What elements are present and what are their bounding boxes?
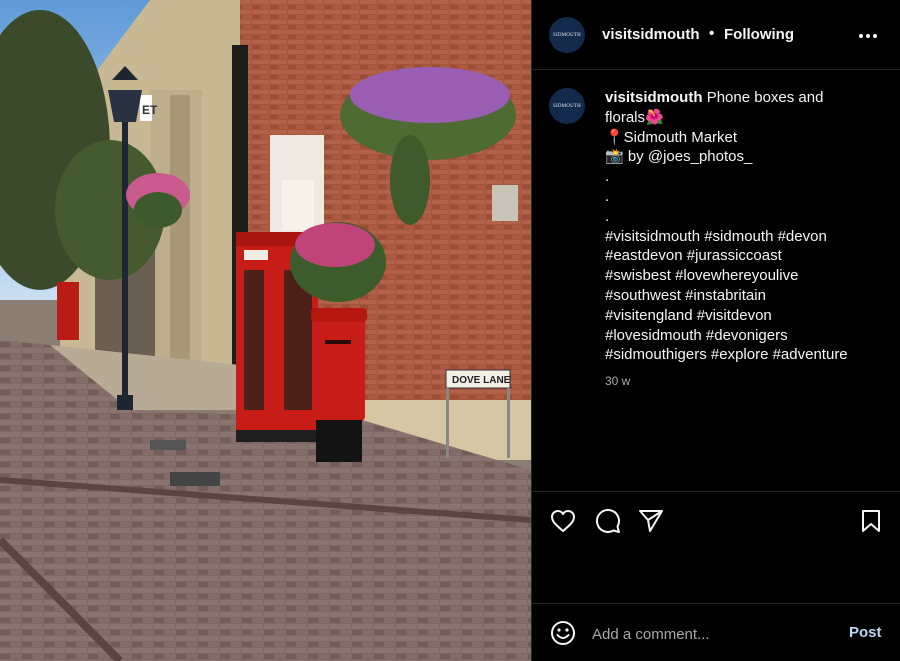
caption-username[interactable]: visitsidmouth — [605, 89, 703, 106]
emoji-icon[interactable] — [550, 620, 576, 646]
save-button[interactable] — [857, 507, 885, 535]
comment-button[interactable] — [594, 507, 622, 535]
share-icon — [639, 510, 663, 532]
hashtag-line[interactable]: #eastdevon #jurassiccoast — [605, 246, 875, 266]
comment-icon — [596, 509, 620, 533]
caption-line: . — [605, 168, 610, 186]
caption-section: SIDMOUTH visitsidmouth Phone boxes and f… — [532, 70, 900, 491]
comment-input[interactable] — [592, 623, 822, 645]
hashtag-line[interactable]: #southwest #instabritain — [605, 286, 875, 306]
share-button[interactable] — [637, 507, 665, 535]
caption-line: Phone boxes and — [706, 89, 824, 106]
building-sign: ET — [142, 103, 158, 117]
more-icon — [859, 34, 877, 38]
hashtag-line[interactable]: #visitengland #visitdevon — [605, 306, 875, 326]
more-options-button[interactable] — [856, 24, 880, 48]
red-post-box — [313, 312, 365, 422]
lamp-post — [122, 110, 128, 410]
header-separator: • — [709, 25, 715, 42]
post-photo[interactable]: ET DOVE LANE — [0, 0, 531, 661]
hashtag-line[interactable]: #lovesidmouth #devonigers — [605, 326, 875, 346]
distant-phone-box — [57, 282, 79, 340]
hashtag-line[interactable]: #sidmouthigers #explore #adventure — [605, 345, 875, 365]
avatar-text: SIDMOUTH — [553, 103, 581, 109]
street-sign-text: DOVE LANE — [452, 375, 511, 386]
following-button[interactable]: Following — [724, 26, 794, 43]
comment-bar: Post — [532, 603, 900, 661]
caption-line: . — [605, 187, 610, 205]
header-username[interactable]: visitsidmouth — [602, 26, 700, 43]
caption-line: . — [605, 207, 610, 225]
post-details-panel: SIDMOUTH visitsidmouth • Following SIDMO… — [531, 0, 900, 661]
avatar-text: SIDMOUTH — [553, 32, 581, 38]
hashtag-line[interactable]: #swisbest #lovewhereyoulive — [605, 266, 875, 286]
avatar[interactable]: SIDMOUTH — [549, 17, 585, 53]
post-header: SIDMOUTH visitsidmouth • Following — [532, 0, 900, 70]
post-timestamp[interactable]: 30 w — [605, 374, 630, 388]
caption-text: visitsidmouth Phone boxes and florals🌺 📍… — [605, 88, 875, 365]
drain-cover — [170, 472, 220, 486]
caption-line: florals🌺 — [605, 108, 664, 126]
hashtag-line[interactable]: #visitsidmouth #sidmouth #devon — [605, 227, 875, 247]
like-button[interactable] — [549, 507, 577, 535]
instagram-post-view: ET DOVE LANE SIDMOUTH visitsidmouth • Fo… — [0, 0, 900, 661]
caption-line: 📸 by @joes_photos_ — [605, 148, 753, 166]
caption-line: 📍Sidmouth Market — [605, 128, 738, 146]
heart-icon — [551, 510, 575, 532]
caption-avatar[interactable]: SIDMOUTH — [549, 88, 585, 124]
wall-plaque — [492, 185, 518, 221]
bookmark-icon — [862, 510, 880, 532]
post-comment-button[interactable]: Post — [849, 624, 882, 641]
action-bar — [532, 491, 900, 603]
